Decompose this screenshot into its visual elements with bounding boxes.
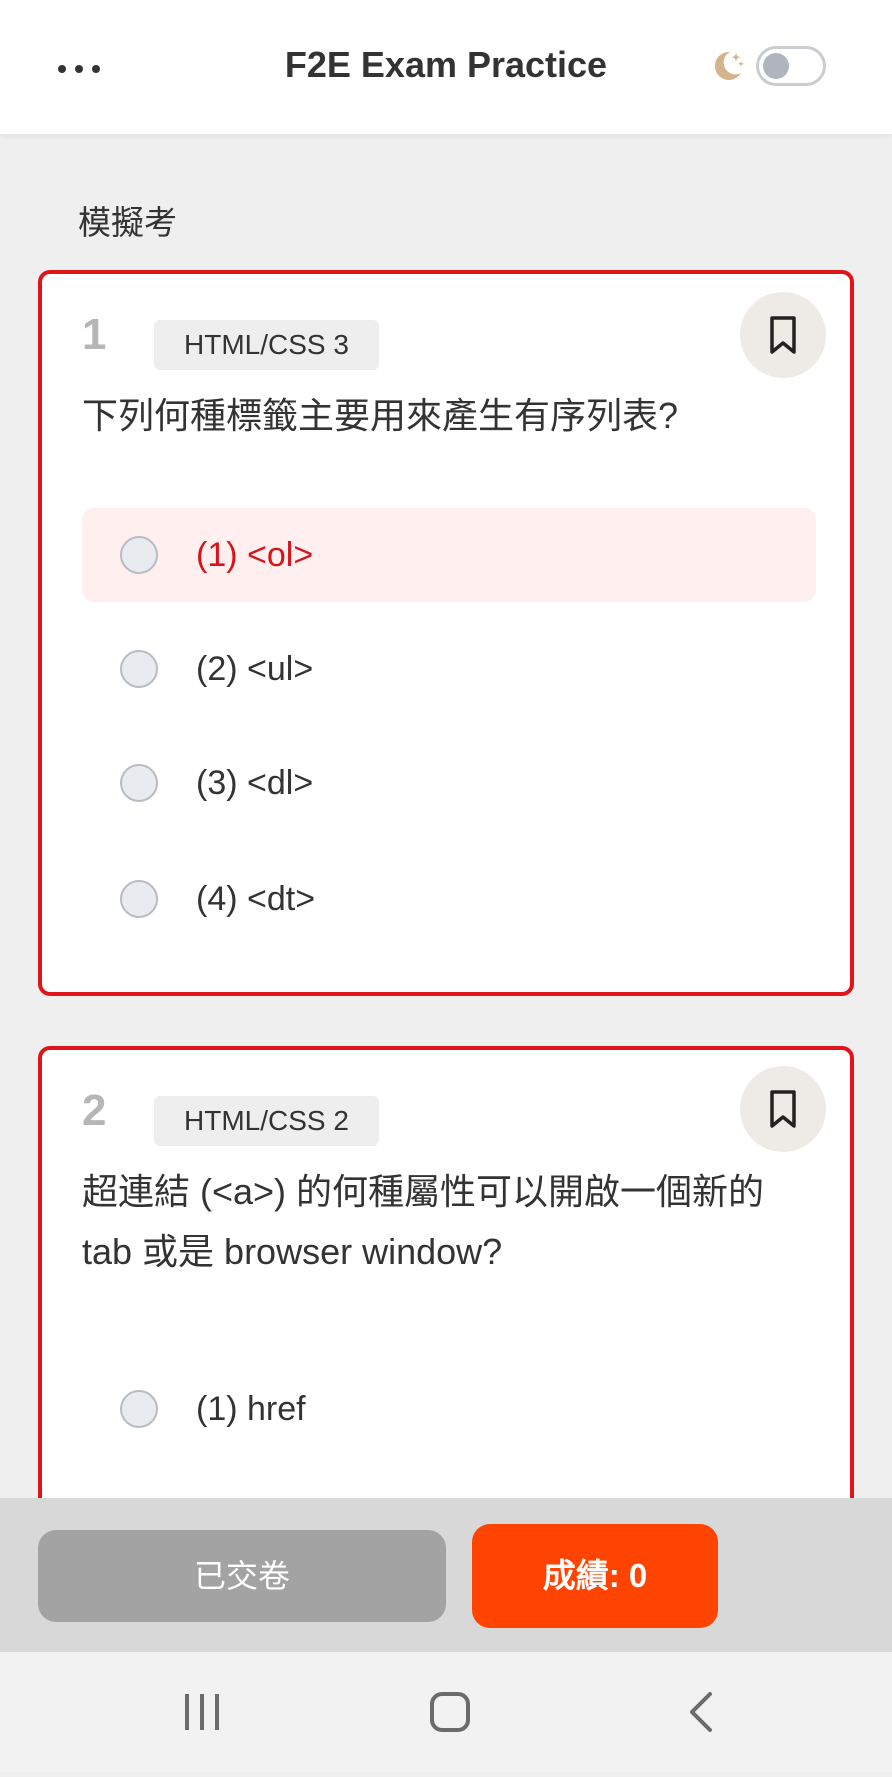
- section-label: 模擬考: [78, 204, 177, 241]
- option-3[interactable]: (3) <dl>: [82, 736, 816, 830]
- question-number: 2: [82, 1086, 107, 1135]
- toggle-knob: [763, 53, 789, 79]
- question-card-2: 2 HTML/CSS 2 超連結 (<a>) 的何種屬性可以開啟一個新的 tab…: [38, 1046, 854, 1546]
- recent-apps-icon: [185, 1694, 219, 1730]
- system-nav-bar: [0, 1652, 892, 1772]
- radio-button[interactable]: [120, 1390, 158, 1428]
- question-text: 下列何種標籤主要用來產生有序列表?: [82, 395, 679, 436]
- bookmark-button[interactable]: [740, 1066, 826, 1152]
- bottom-action-bar: 已交卷 成績: 0: [0, 1498, 892, 1652]
- option-label: (1) <ol>: [196, 536, 314, 574]
- option-label: (1) href: [196, 1390, 306, 1428]
- option-2[interactable]: (2) <ul>: [82, 622, 816, 716]
- back-button[interactable]: [642, 1652, 762, 1772]
- question-tag: HTML/CSS 3: [154, 320, 379, 370]
- option-1[interactable]: (1) href: [82, 1362, 816, 1456]
- dark-mode-toggle[interactable]: [756, 46, 826, 86]
- option-4[interactable]: (4) <dt>: [82, 852, 816, 946]
- home-icon: [430, 1692, 470, 1732]
- question-card-1: 1 HTML/CSS 3 下列何種標籤主要用來產生有序列表? (1) <ol> …: [38, 270, 854, 996]
- option-label: (3) <dl>: [196, 764, 314, 802]
- score-button[interactable]: 成績: 0: [472, 1524, 718, 1628]
- option-label: (2) <ul>: [196, 650, 314, 688]
- question-tag: HTML/CSS 2: [154, 1096, 379, 1146]
- radio-button[interactable]: [120, 764, 158, 802]
- radio-button[interactable]: [120, 536, 158, 574]
- bookmark-icon: [770, 316, 796, 354]
- option-1[interactable]: (1) <ol>: [82, 508, 816, 602]
- app-header: F2E Exam Practice: [0, 0, 892, 134]
- moon-stars-icon: [714, 51, 744, 80]
- submitted-button[interactable]: 已交卷: [38, 1530, 446, 1622]
- option-label: (4) <dt>: [196, 880, 316, 918]
- radio-button[interactable]: [120, 880, 158, 918]
- recent-apps-button[interactable]: [142, 1652, 262, 1772]
- radio-button[interactable]: [120, 650, 158, 688]
- bookmark-button[interactable]: [740, 292, 826, 378]
- question-text: 超連結 (<a>) 的何種屬性可以開啟一個新的 tab 或是 browser w…: [82, 1162, 810, 1282]
- question-text-line: tab 或是 browser window?: [82, 1231, 503, 1272]
- question-number: 1: [82, 310, 107, 359]
- home-button[interactable]: [390, 1652, 510, 1772]
- question-text-line: 超連結 (<a>) 的何種屬性可以開啟一個新的: [82, 1171, 765, 1212]
- bookmark-icon: [770, 1090, 796, 1128]
- back-icon: [690, 1692, 712, 1732]
